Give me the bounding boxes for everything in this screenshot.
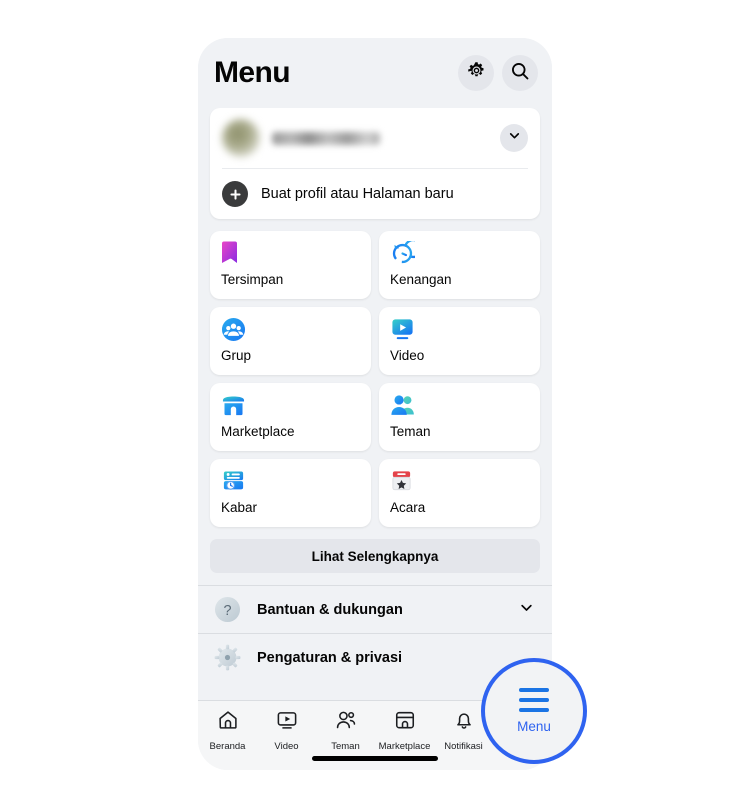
- tile-label: Kenangan: [390, 272, 452, 287]
- row-label: Pengaturan & privasi: [257, 649, 403, 666]
- nav-item-marketplace[interactable]: Marketplace: [375, 709, 434, 752]
- page-title: Menu: [214, 56, 291, 89]
- settings-button[interactable]: [458, 55, 494, 91]
- profile-row[interactable]: [210, 108, 540, 168]
- clock-rewind-icon: [390, 240, 529, 266]
- tile-teman[interactable]: Teman: [379, 383, 540, 451]
- row-label: Bantuan & dukungan: [257, 601, 403, 618]
- tile-video[interactable]: Video: [379, 307, 540, 375]
- header-actions: [458, 55, 538, 91]
- profile-card: Buat profil atau Halaman baru: [210, 108, 540, 219]
- tile-grup[interactable]: Grup: [210, 307, 371, 375]
- storefront-icon: [394, 709, 416, 736]
- tile-acara[interactable]: Acara: [379, 459, 540, 527]
- tile-label: Teman: [390, 424, 431, 439]
- shortcut-grid: Tersimpan Kenangan Grup Video Marketplac…: [210, 231, 540, 527]
- see-more-button[interactable]: Lihat Selengkapnya: [210, 539, 540, 573]
- nav-item-beranda[interactable]: Beranda: [198, 709, 257, 752]
- create-profile-label: Buat profil atau Halaman baru: [261, 186, 454, 202]
- see-more-wrapper: Lihat Selengkapnya: [210, 539, 540, 573]
- search-button[interactable]: [502, 55, 538, 91]
- nav-label: Marketplace: [378, 741, 431, 752]
- tile-kabar[interactable]: Kabar: [210, 459, 371, 527]
- nav-item-video[interactable]: Video: [257, 709, 316, 752]
- search-icon: [510, 61, 530, 86]
- avatar: [222, 119, 260, 157]
- video-monitor-icon: [390, 316, 529, 342]
- plus-circle-icon: [222, 181, 248, 207]
- screenshot-root: Menu Buat profil atau Halaman baru Tersi…: [0, 0, 750, 800]
- home-indicator: [312, 756, 438, 761]
- create-profile-row[interactable]: Buat profil atau Halaman baru: [210, 169, 540, 219]
- video-play-icon: [276, 709, 298, 736]
- tile-kenangan[interactable]: Kenangan: [379, 231, 540, 299]
- highlight-label: Menu: [517, 719, 551, 734]
- nav-label: Notifikasi: [444, 741, 483, 752]
- group-people-icon: [221, 316, 360, 342]
- hamburger-icon: [519, 688, 549, 712]
- friends-icon: [335, 709, 357, 736]
- tile-label: Grup: [221, 348, 252, 363]
- news-feed-icon: [221, 468, 360, 494]
- bookmark-icon: [221, 240, 360, 266]
- svg-text:?: ?: [223, 603, 231, 619]
- chevron-down-icon: [508, 129, 521, 147]
- menu-highlight-callout[interactable]: Menu: [481, 658, 587, 764]
- profile-expand-button[interactable]: [500, 124, 528, 152]
- tile-label: Kabar: [221, 500, 258, 515]
- tile-label: Tersimpan: [221, 272, 284, 287]
- nav-item-teman[interactable]: Teman: [316, 709, 375, 752]
- home-icon: [217, 709, 239, 736]
- gear-icon: [467, 61, 486, 85]
- calendar-star-icon: [390, 468, 529, 494]
- tile-marketplace[interactable]: Marketplace: [210, 383, 371, 451]
- nav-label: Beranda: [209, 741, 246, 752]
- tile-label: Video: [390, 348, 425, 363]
- profile-name: [272, 131, 380, 145]
- question-mark-icon: ?: [214, 596, 241, 623]
- tile-label: Acara: [390, 500, 426, 515]
- nav-label: Teman: [331, 741, 360, 752]
- tile-label: Marketplace: [221, 424, 295, 439]
- app-header: Menu: [198, 38, 552, 108]
- bell-icon: [453, 709, 475, 736]
- gear-icon: [214, 644, 241, 671]
- nav-label: Video: [274, 741, 299, 752]
- chevron-down-icon[interactable]: [519, 600, 534, 620]
- tile-tersimpan[interactable]: Tersimpan: [210, 231, 371, 299]
- row-bantuan-dukungan[interactable]: ? Bantuan & dukungan: [198, 586, 552, 633]
- storefront-icon: [221, 392, 360, 418]
- friends-icon: [390, 392, 529, 418]
- phone-frame: Menu Buat profil atau Halaman baru Tersi…: [198, 38, 552, 770]
